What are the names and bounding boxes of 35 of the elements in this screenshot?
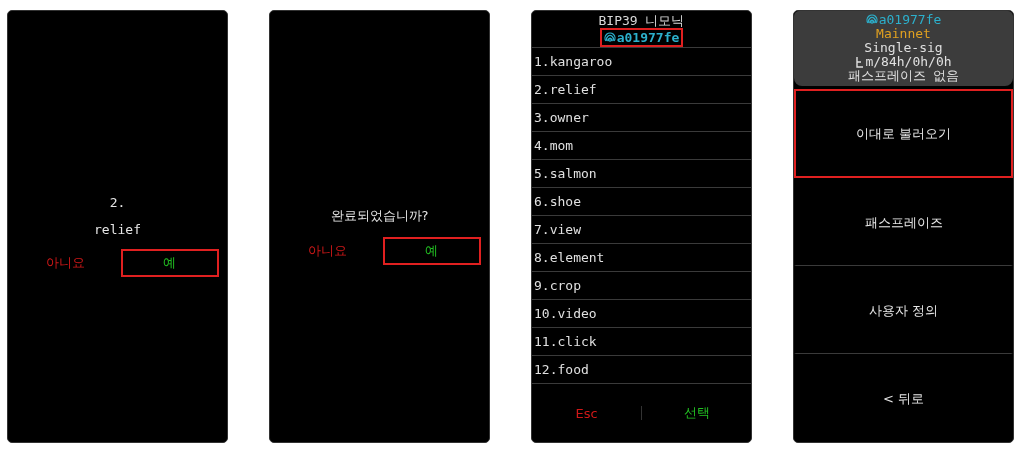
- menu-item[interactable]: < 뒤로: [794, 354, 1013, 442]
- select-button[interactable]: 선택: [642, 404, 751, 422]
- policy-text: Single-sig: [864, 41, 943, 55]
- mnemonic-word: 8.element: [532, 244, 751, 272]
- screen-title: BIP39 니모닉: [597, 13, 686, 28]
- fingerprint-label[interactable]: a01977fe: [599, 28, 684, 47]
- mnemonic-word: 2.relief: [532, 76, 751, 104]
- menu-item[interactable]: 사용자 정의: [794, 266, 1013, 354]
- escape-button[interactable]: Esc: [532, 405, 641, 421]
- no-button[interactable]: 아니요: [16, 248, 115, 277]
- path-text: m/84h/0h/0h: [865, 55, 952, 69]
- mnemonic-word: 11.click: [532, 328, 751, 356]
- no-button[interactable]: 아니요: [278, 236, 377, 265]
- derivation-icon: [855, 56, 865, 68]
- mnemonic-word: 1.kangaroo: [532, 47, 751, 76]
- menu-item[interactable]: 패스프레이즈: [794, 178, 1013, 266]
- mnemonic-word: 7.view: [532, 216, 751, 244]
- mnemonic-word: 6.shoe: [532, 188, 751, 216]
- mnemonic-word: 3.owner: [532, 104, 751, 132]
- prompt-text: 2.: [109, 194, 126, 210]
- yes-button[interactable]: 예: [120, 248, 219, 277]
- fingerprint-icon: [865, 14, 878, 26]
- prompt-text: 완료되었습니까?: [330, 206, 429, 225]
- network-text: Mainnet: [876, 27, 931, 41]
- passphrase-text: 패스프레이즈 없음: [847, 69, 960, 83]
- yes-button[interactable]: 예: [382, 236, 481, 265]
- mnemonic-word: 5.salmon: [532, 160, 751, 188]
- menu-item[interactable]: 이대로 불러오기: [794, 89, 1013, 178]
- mnemonic-word: 9.crop: [532, 272, 751, 300]
- prompt-text: relief: [94, 221, 141, 237]
- fingerprint-icon: [603, 31, 616, 44]
- mnemonic-word: 10.video: [532, 300, 751, 328]
- mnemonic-word: 12.food: [532, 356, 751, 384]
- fingerprint-text: a01977fe: [878, 13, 942, 27]
- mnemonic-word: 4.mom: [532, 132, 751, 160]
